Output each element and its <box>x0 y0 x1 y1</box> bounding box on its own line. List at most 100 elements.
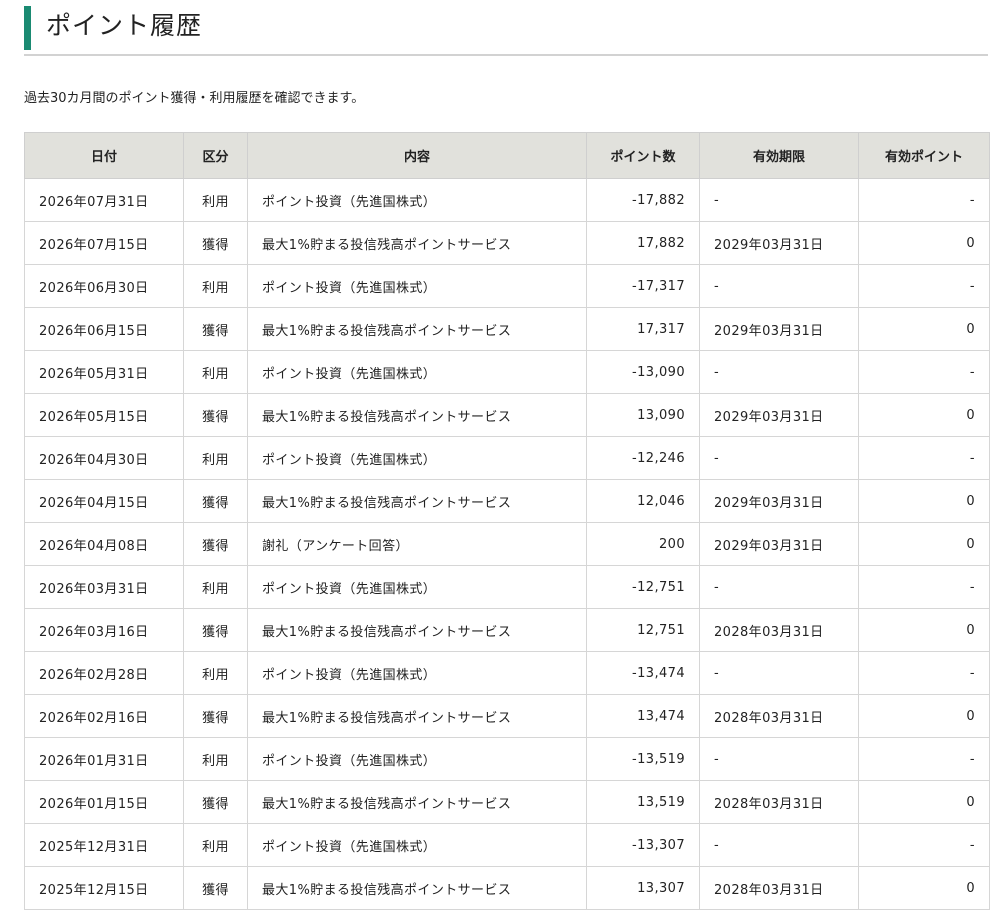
table-row: 2026年02月28日 利用 ポイント投資（先進国株式） -13,474 - - <box>24 651 990 695</box>
cell-valid-points: 0 <box>858 393 990 437</box>
cell-date: 2026年03月16日 <box>24 608 184 652</box>
cell-date: 2026年01月31日 <box>24 737 184 781</box>
cell-expiry: - <box>699 737 859 781</box>
table-row: 2025年12月31日 利用 ポイント投資（先進国株式） -13,307 - - <box>24 823 990 867</box>
cell-points: 13,307 <box>586 866 700 910</box>
cell-content: ポイント投資（先進国株式） <box>247 264 587 308</box>
cell-expiry: - <box>699 651 859 695</box>
cell-date: 2026年07月15日 <box>24 221 184 265</box>
cell-content: ポイント投資（先進国株式） <box>247 651 587 695</box>
cell-content: ポイント投資（先進国株式） <box>247 823 587 867</box>
cell-date: 2026年07月31日 <box>24 178 184 222</box>
table-row: 2026年04月08日 獲得 謝礼（アンケート回答） 200 2029年03月3… <box>24 522 990 566</box>
cell-expiry: 2029年03月31日 <box>699 221 859 265</box>
cell-expiry: 2029年03月31日 <box>699 479 859 523</box>
cell-date: 2026年04月15日 <box>24 479 184 523</box>
table-row: 2026年01月31日 利用 ポイント投資（先進国株式） -13,519 - - <box>24 737 990 781</box>
cell-points: 13,090 <box>586 393 700 437</box>
cell-type: 利用 <box>183 350 248 394</box>
cell-expiry: - <box>699 350 859 394</box>
cell-content: 最大1%貯まる投信残高ポイントサービス <box>247 221 587 265</box>
cell-date: 2026年04月08日 <box>24 522 184 566</box>
header-valid-points: 有効ポイント <box>858 132 990 179</box>
page-description: 過去30カ月間のポイント獲得・利用履歴を確認できます。 <box>24 91 365 106</box>
table-row: 2026年02月16日 獲得 最大1%貯まる投信残高ポイントサービス 13,47… <box>24 694 990 738</box>
cell-expiry: 2029年03月31日 <box>699 522 859 566</box>
header-type: 区分 <box>183 132 248 179</box>
cell-type: 獲得 <box>183 522 248 566</box>
table-row: 2025年12月15日 獲得 最大1%貯まる投信残高ポイントサービス 13,30… <box>24 866 990 910</box>
cell-type: 獲得 <box>183 221 248 265</box>
cell-content: ポイント投資（先進国株式） <box>247 436 587 480</box>
cell-points: 13,474 <box>586 694 700 738</box>
cell-points: -13,090 <box>586 350 700 394</box>
cell-valid-points: 0 <box>858 608 990 652</box>
cell-type: 利用 <box>183 823 248 867</box>
table-row: 2026年04月15日 獲得 最大1%貯まる投信残高ポイントサービス 12,04… <box>24 479 990 523</box>
cell-valid-points: 0 <box>858 522 990 566</box>
cell-type: 獲得 <box>183 866 248 910</box>
cell-date: 2026年06月15日 <box>24 307 184 351</box>
cell-points: -13,307 <box>586 823 700 867</box>
table-row: 2026年06月15日 獲得 最大1%貯まる投信残高ポイントサービス 17,31… <box>24 307 990 351</box>
cell-content: 最大1%貯まる投信残高ポイントサービス <box>247 694 587 738</box>
cell-type: 獲得 <box>183 479 248 523</box>
cell-type: 獲得 <box>183 307 248 351</box>
cell-date: 2026年02月16日 <box>24 694 184 738</box>
table-row: 2026年04月30日 利用 ポイント投資（先進国株式） -12,246 - - <box>24 436 990 480</box>
cell-valid-points: 0 <box>858 221 990 265</box>
table-row: 2026年07月31日 利用 ポイント投資（先進国株式） -17,882 - - <box>24 178 990 222</box>
cell-date: 2026年02月28日 <box>24 651 184 695</box>
cell-date: 2026年03月31日 <box>24 565 184 609</box>
cell-points: -13,519 <box>586 737 700 781</box>
page-title: ポイント履歴 <box>46 11 203 40</box>
cell-date: 2026年05月15日 <box>24 393 184 437</box>
cell-type: 利用 <box>183 565 248 609</box>
cell-expiry: - <box>699 264 859 308</box>
cell-content: 最大1%貯まる投信残高ポイントサービス <box>247 780 587 824</box>
table-row: 2026年03月16日 獲得 最大1%貯まる投信残高ポイントサービス 12,75… <box>24 608 990 652</box>
cell-expiry: 2028年03月31日 <box>699 694 859 738</box>
cell-expiry: - <box>699 436 859 480</box>
title-accent-bar <box>24 6 31 50</box>
cell-type: 獲得 <box>183 780 248 824</box>
cell-type: 利用 <box>183 737 248 781</box>
cell-type: 利用 <box>183 651 248 695</box>
cell-expiry: 2029年03月31日 <box>699 307 859 351</box>
cell-points: 13,519 <box>586 780 700 824</box>
cell-content: 最大1%貯まる投信残高ポイントサービス <box>247 307 587 351</box>
header-points: ポイント数 <box>586 132 700 179</box>
cell-expiry: - <box>699 565 859 609</box>
cell-type: 利用 <box>183 436 248 480</box>
cell-points: -17,882 <box>586 178 700 222</box>
cell-valid-points: - <box>858 264 990 308</box>
cell-type: 獲得 <box>183 694 248 738</box>
table-row: 2026年01月15日 獲得 最大1%貯まる投信残高ポイントサービス 13,51… <box>24 780 990 824</box>
cell-content: 最大1%貯まる投信残高ポイントサービス <box>247 608 587 652</box>
table-row: 2026年06月30日 利用 ポイント投資（先進国株式） -17,317 - - <box>24 264 990 308</box>
page-header: ポイント履歴 <box>24 3 988 56</box>
cell-valid-points: 0 <box>858 307 990 351</box>
cell-content: 最大1%貯まる投信残高ポイントサービス <box>247 866 587 910</box>
cell-date: 2026年01月15日 <box>24 780 184 824</box>
cell-date: 2025年12月31日 <box>24 823 184 867</box>
cell-content: 最大1%貯まる投信残高ポイントサービス <box>247 479 587 523</box>
table-row: 2026年05月31日 利用 ポイント投資（先進国株式） -13,090 - - <box>24 350 990 394</box>
cell-type: 利用 <box>183 264 248 308</box>
cell-content: 謝礼（アンケート回答） <box>247 522 587 566</box>
table-header-row: 日付 区分 内容 ポイント数 有効期限 有効ポイント <box>24 132 990 179</box>
cell-points: -13,474 <box>586 651 700 695</box>
cell-points: -17,317 <box>586 264 700 308</box>
cell-type: 獲得 <box>183 608 248 652</box>
cell-expiry: 2028年03月31日 <box>699 866 859 910</box>
cell-date: 2026年06月30日 <box>24 264 184 308</box>
cell-content: ポイント投資（先進国株式） <box>247 178 587 222</box>
header-date: 日付 <box>24 132 184 179</box>
cell-content: ポイント投資（先進国株式） <box>247 565 587 609</box>
point-history-table: 日付 区分 内容 ポイント数 有効期限 有効ポイント 2026年07月31日 利… <box>24 132 990 910</box>
cell-date: 2025年12月15日 <box>24 866 184 910</box>
cell-points: 17,317 <box>586 307 700 351</box>
table-row: 2026年03月31日 利用 ポイント投資（先進国株式） -12,751 - - <box>24 565 990 609</box>
cell-points: -12,751 <box>586 565 700 609</box>
cell-date: 2026年05月31日 <box>24 350 184 394</box>
